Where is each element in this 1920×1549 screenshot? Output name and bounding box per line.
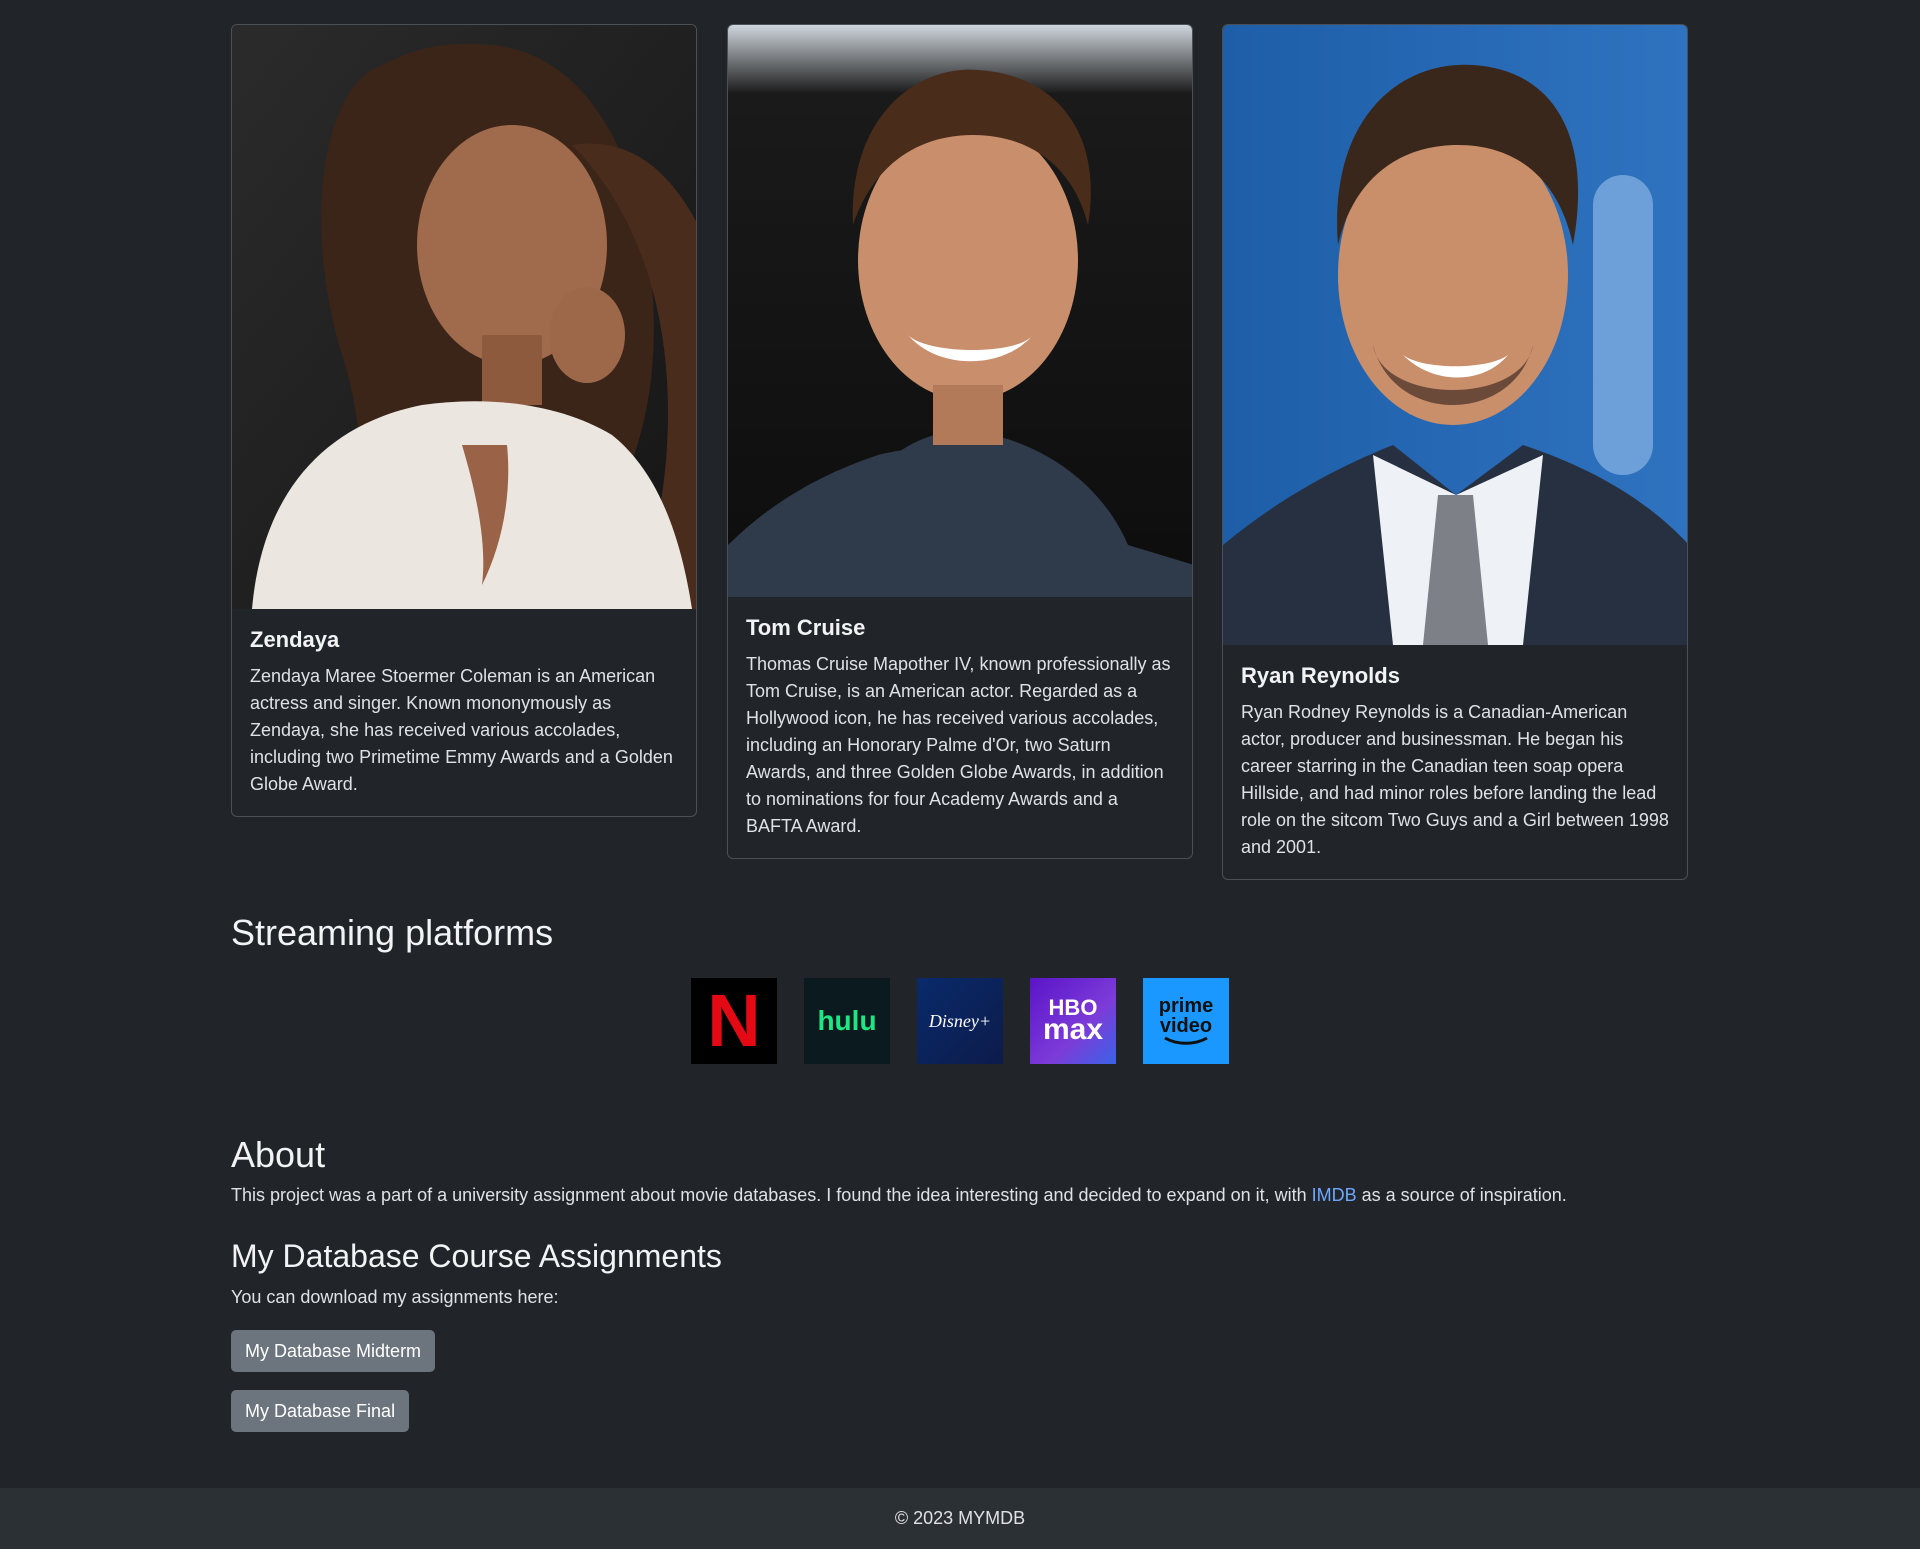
hulu-logo-icon: hulu: [817, 1005, 877, 1036]
card-body: Ryan Reynolds Ryan Rodney Reynolds is a …: [1223, 645, 1687, 879]
download-final-button[interactable]: My Database Final: [231, 1390, 410, 1432]
card-body: Zendaya Zendaya Maree Stoermer Coleman i…: [232, 609, 696, 816]
about-text-after: as a source of inspiration.: [1356, 1185, 1567, 1205]
main-container: Zendaya Zendaya Maree Stoermer Coleman i…: [231, 0, 1689, 1432]
actor-cards: Zendaya Zendaya Maree Stoermer Coleman i…: [231, 0, 1689, 880]
actor-name: Zendaya: [250, 627, 340, 652]
platform-disney-plus[interactable]: Disney+: [917, 978, 1003, 1064]
prime-smile-icon: [1164, 1036, 1208, 1045]
actor-bio: Thomas Cruise Mapother IV, known profess…: [746, 654, 1171, 836]
platform-prime-video[interactable]: prime video: [1143, 978, 1229, 1064]
actor-card-zendaya[interactable]: Zendaya Zendaya Maree Stoermer Coleman i…: [231, 24, 697, 817]
actor-name: Tom Cruise: [746, 615, 866, 640]
about-text: This project was a part of a university …: [231, 1185, 1567, 1206]
actor-name: Ryan Reynolds: [1241, 663, 1400, 688]
page: Zendaya Zendaya Maree Stoermer Coleman i…: [0, 0, 1920, 1549]
about-heading: About: [231, 1134, 326, 1175]
about-text-before: This project was a part of a university …: [231, 1185, 1312, 1205]
max-logo-icon: max: [1042, 1013, 1104, 1046]
streaming-heading: Streaming platforms: [231, 912, 554, 953]
footer: © 2023 MYMDB: [0, 1488, 1920, 1549]
disney-plus-logo-icon: Disney+: [928, 1010, 992, 1031]
platform-hulu[interactable]: hulu: [804, 978, 890, 1064]
netflix-logo-icon: N: [707, 979, 761, 1062]
platform-hbo-max[interactable]: HBO max: [1030, 978, 1116, 1064]
actor-card-tom-cruise[interactable]: Tom Cruise Thomas Cruise Mapother IV, kn…: [727, 24, 1193, 859]
imdb-link[interactable]: IMDB: [1312, 1185, 1357, 1205]
actor-photo-ryan-reynolds: [1223, 25, 1687, 645]
actor-photo-tom-cruise: [728, 25, 1192, 597]
platform-netflix[interactable]: N: [691, 978, 777, 1064]
actor-photo-zendaya: [232, 25, 696, 609]
actor-bio: Ryan Rodney Reynolds is a Canadian-Ameri…: [1241, 702, 1669, 857]
video-logo-icon: video: [1159, 1015, 1213, 1037]
streaming-platforms: N hulu Disney+ HBO max prime video: [691, 978, 1229, 1064]
download-midterm-button[interactable]: My Database Midterm: [231, 1330, 436, 1372]
assignments-heading: My Database Course Assignments: [231, 1238, 722, 1274]
actor-bio: Zendaya Maree Stoermer Coleman is an Ame…: [250, 666, 673, 794]
prime-logo-icon: prime: [1158, 995, 1214, 1017]
assignments-intro: You can download my assignments here:: [231, 1287, 559, 1307]
actor-card-ryan-reynolds[interactable]: Ryan Reynolds Ryan Rodney Reynolds is a …: [1222, 24, 1688, 880]
card-body: Tom Cruise Thomas Cruise Mapother IV, kn…: [728, 597, 1192, 858]
footer-copyright: © 2023 MYMDB: [894, 1508, 1026, 1528]
